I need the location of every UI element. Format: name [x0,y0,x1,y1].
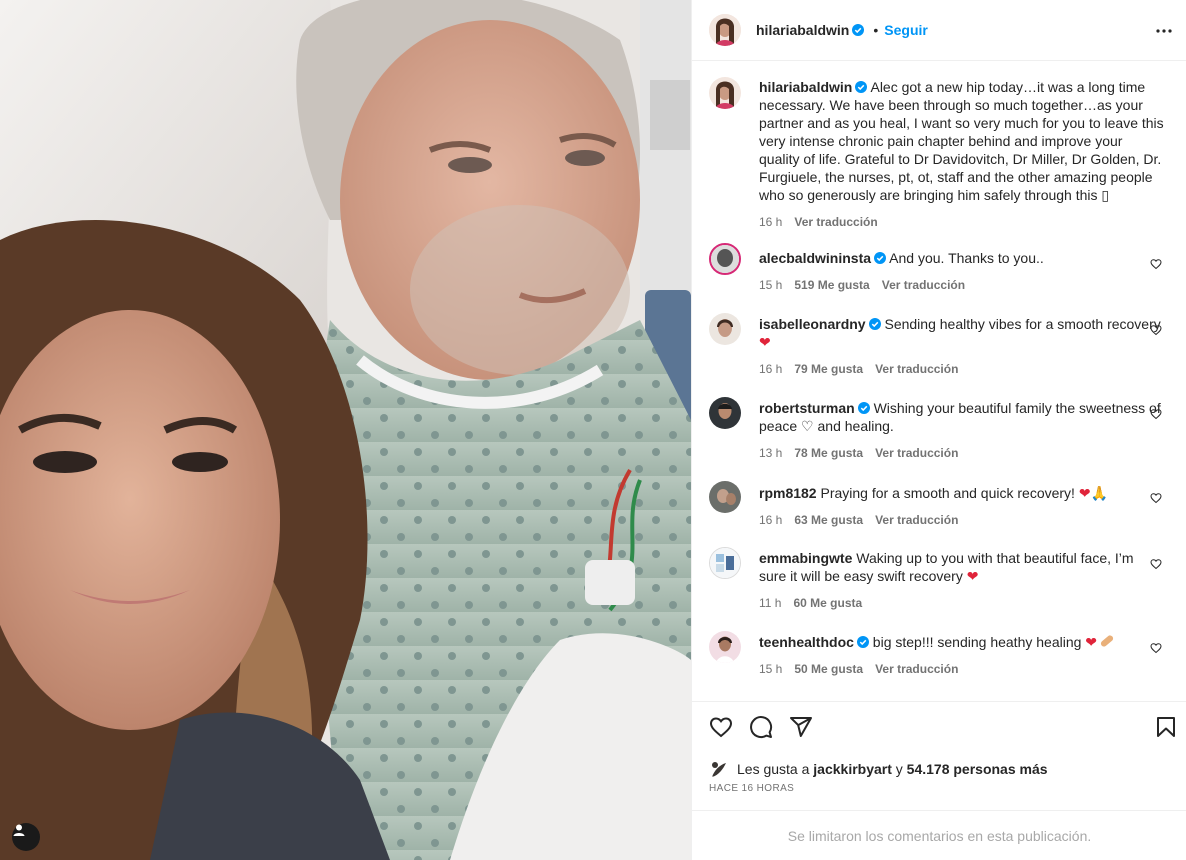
caption-text: Alec got a new hip today…it was a long t… [759,79,1164,203]
commenter-avatar[interactable] [709,547,741,579]
comment-likes[interactable]: 79 Me gusta [794,362,863,376]
praying-hands-emoji-icon: 🙏 [1090,485,1109,501]
comment-username[interactable]: rpm8182 [759,485,817,501]
likes-connector: y [895,761,903,777]
translate-link[interactable]: Ver traducción [882,278,965,292]
translate-link[interactable]: Ver traducción [875,513,958,527]
verified-badge-icon [852,24,865,36]
like-comment-heart-icon[interactable] [1150,408,1162,420]
comment-meta: 16 h 79 Me gusta Ver traducción [759,362,1164,376]
comment-username[interactable]: alecbaldwininsta [759,250,871,266]
comment-meta: 15 h 519 Me gusta Ver traducción [759,278,1164,292]
comment-text: Praying for a smooth and quick recovery! [820,485,1075,501]
heart-emoji-icon: ❤ [966,568,979,584]
commenter-avatar[interactable] [709,313,741,345]
post-details-panel: hilariabaldwin • Seguir hilariabaldwin A… [691,0,1186,860]
comment-time: 11 h [759,596,782,610]
comment-meta: 13 h 78 Me gusta Ver traducción [759,446,1164,460]
comment-text: Sending healthy vibes for a smooth recov… [884,316,1161,332]
verified-badge-icon [855,81,868,93]
post-actions: Les gusta a jackkirbyart y 54.178 person… [692,701,1186,860]
post-photo[interactable] [0,0,691,860]
like-comment-heart-icon[interactable] [1150,492,1162,504]
comment-icon[interactable] [749,715,773,739]
like-comment-heart-icon[interactable] [1150,558,1162,570]
comment-time: 15 h [759,662,783,676]
like-comment-heart-icon[interactable] [1150,642,1162,654]
like-comment-heart-icon[interactable] [1150,258,1162,270]
translate-link[interactable]: Ver traducción [875,446,958,460]
comment-text-continued: and healing. [817,418,894,434]
verified-badge-icon [874,252,887,264]
author-username[interactable]: hilariabaldwin [756,22,865,38]
author-avatar[interactable] [709,14,741,46]
caption-username[interactable]: hilariabaldwin [759,79,852,95]
commenter-avatar[interactable] [709,243,741,275]
like-comment-heart-icon[interactable] [1150,324,1162,336]
comment-time: 16 h [759,362,783,376]
comment-likes[interactable]: 519 Me gusta [794,278,869,292]
caption-meta: 16 h Ver traducción [759,215,1164,229]
liker-username[interactable]: jackkirbyart [813,761,892,777]
commenter-avatar[interactable] [709,397,741,429]
translate-link[interactable]: Ver traducción [875,362,958,376]
translate-link[interactable]: Ver traducción [875,662,958,676]
white-heart-emoji-icon: ♡ [801,418,814,434]
heart-emoji-icon: ❤ [759,334,771,350]
commenter-avatar[interactable] [709,631,741,663]
comment-meta: 11 h 60 Me gusta [759,596,1164,610]
comment-username[interactable]: isabelleonardny [759,316,866,332]
comment-time: 13 h [759,446,783,460]
heart-emoji-icon: ❤ [1085,634,1098,650]
comments-limited-notice: Se limitaron los comentarios en esta pub… [692,810,1186,860]
translate-link[interactable]: Ver traducción [794,215,877,229]
share-icon[interactable] [789,715,813,739]
comment-meta: 15 h 50 Me gusta Ver traducción [759,662,1164,676]
caption-time: 16 h [759,215,783,229]
more-options-icon[interactable] [1155,22,1173,40]
heart-emoji-icon: ❤ [1078,485,1091,501]
separator-dot: • [873,22,879,38]
comment-time: 16 h [759,513,783,527]
comment-username[interactable]: emmabingwte [759,550,852,566]
likes-prefix: Les gusta a [737,761,810,777]
commenter-avatar[interactable] [709,481,741,513]
comment-username[interactable]: robertsturman [759,400,855,416]
likes-others[interactable]: 54.178 personas más [907,761,1048,777]
verified-badge-icon [857,402,870,414]
likes-summary: Les gusta a jackkirbyart y 54.178 person… [709,759,1048,779]
comment-likes[interactable]: 50 Me gusta [794,662,863,676]
bandage-emoji-icon [1099,634,1115,648]
comment-username[interactable]: teenhealthdoc [759,634,854,650]
liker-avatar[interactable] [709,759,729,779]
comments-list[interactable]: hilariabaldwin Alec got a new hip today…… [692,61,1186,701]
follow-button[interactable]: Seguir [884,22,928,38]
comment-meta: 16 h 63 Me gusta Ver traducción [759,513,1164,527]
bookmark-icon[interactable] [1154,715,1178,739]
verified-badge-icon [868,318,881,330]
heart-icon[interactable] [709,715,733,739]
post-timestamp[interactable]: HACE 16 HORAS [709,783,794,794]
author-avatar[interactable] [709,77,741,109]
verified-badge-icon [856,636,869,648]
comment-time: 15 h [759,278,783,292]
post-header: hilariabaldwin • Seguir [692,0,1186,61]
user-tag-icon[interactable] [12,823,40,851]
comment-likes[interactable]: 60 Me gusta [793,596,862,610]
comment-likes[interactable]: 78 Me gusta [794,446,863,460]
photo-image [0,0,691,860]
comment-text: big step!!! sending heathy healing [872,634,1082,650]
comment-likes[interactable]: 63 Me gusta [794,513,863,527]
comment-text: And you. Thanks to you.. [889,250,1044,266]
